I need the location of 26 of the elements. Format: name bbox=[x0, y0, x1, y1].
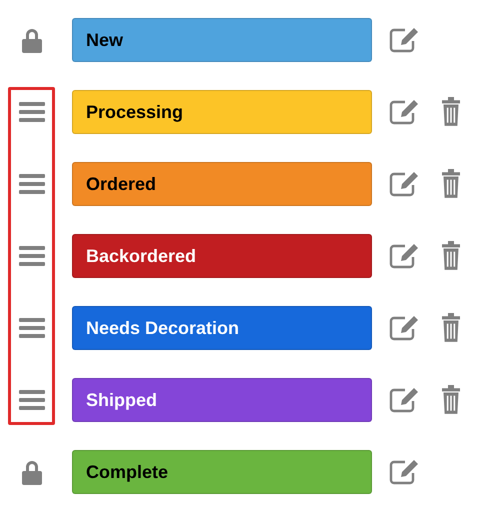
status-bar: Shipped bbox=[72, 378, 372, 422]
trash-icon[interactable] bbox=[442, 169, 460, 199]
status-bar: Processing bbox=[72, 90, 372, 134]
edit-icon[interactable] bbox=[389, 315, 419, 341]
edit-icon[interactable] bbox=[389, 27, 419, 53]
edit-icon[interactable] bbox=[389, 459, 419, 485]
lock-icon bbox=[20, 460, 42, 484]
status-bar: Needs Decoration bbox=[72, 306, 372, 350]
edit-icon[interactable] bbox=[389, 243, 419, 269]
edit-icon[interactable] bbox=[389, 99, 419, 125]
status-bar: Backordered bbox=[72, 234, 372, 278]
status-bar: Complete bbox=[72, 450, 372, 494]
drag-handle-icon[interactable] bbox=[18, 174, 44, 194]
status-bar: Ordered bbox=[72, 162, 372, 206]
lock-icon bbox=[20, 28, 42, 52]
edit-icon[interactable] bbox=[389, 171, 419, 197]
edit-icon[interactable] bbox=[389, 387, 419, 413]
drag-handle-icon[interactable] bbox=[18, 246, 44, 266]
trash-icon[interactable] bbox=[442, 241, 460, 271]
trash-icon[interactable] bbox=[442, 97, 460, 127]
drag-handle-icon[interactable] bbox=[18, 390, 44, 410]
trash-icon[interactable] bbox=[442, 385, 460, 415]
drag-handle-icon[interactable] bbox=[18, 318, 44, 338]
status-bar: New bbox=[72, 18, 372, 62]
trash-icon[interactable] bbox=[442, 313, 460, 343]
drag-handle-icon[interactable] bbox=[18, 102, 44, 122]
